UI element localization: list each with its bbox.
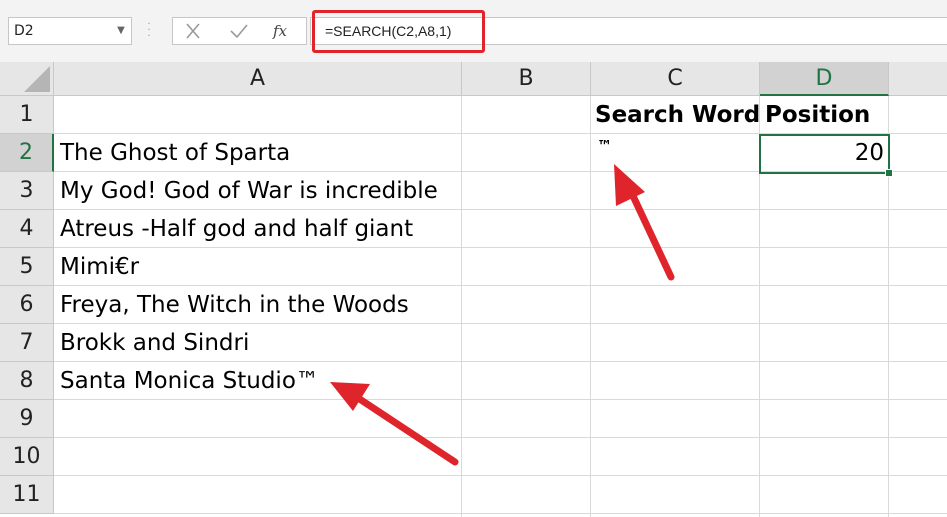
name-box[interactable]: D2 ▼ <box>8 17 132 45</box>
row-header-10[interactable]: 10 <box>0 438 54 476</box>
row-header-5[interactable]: 5 <box>0 248 54 286</box>
select-all-icon <box>24 66 50 92</box>
column-header-d[interactable]: D <box>760 62 889 96</box>
active-cell-selection[interactable] <box>759 134 890 174</box>
row-header-8[interactable]: 8 <box>0 362 54 400</box>
cell-a7[interactable]: Brokk and Sindri <box>60 324 249 362</box>
row-header-11[interactable]: 11 <box>0 476 54 514</box>
column-header-b[interactable]: B <box>462 62 591 96</box>
gridline <box>461 96 462 517</box>
cell-a5[interactable]: Mimi€r <box>60 248 139 286</box>
name-box-value: D2 <box>14 23 34 39</box>
formula-controls: fx <box>172 17 307 45</box>
row-header-1[interactable]: 1 <box>0 96 54 134</box>
row-header-6[interactable]: 6 <box>0 286 54 324</box>
cell-a4[interactable]: Atreus -Half god and half giant <box>60 210 413 248</box>
cell-a6[interactable]: Freya, The Witch in the Woods <box>60 286 409 324</box>
chevron-down-icon[interactable]: ▼ <box>116 24 126 38</box>
row-header-9[interactable]: 9 <box>0 400 54 438</box>
gridline <box>54 475 947 476</box>
column-header-e[interactable] <box>889 62 947 96</box>
spreadsheet-grid[interactable]: A B C D 1 2 3 4 5 6 7 8 9 10 11 Search W… <box>0 62 947 517</box>
row-header-7[interactable]: 7 <box>0 324 54 362</box>
formula-text: =SEARCH(C2,A8,1) <box>325 23 452 39</box>
fill-handle[interactable] <box>885 169 893 177</box>
cell-a3[interactable]: My God! God of War is incredible <box>60 172 438 210</box>
fx-label: fx <box>272 22 288 40</box>
check-icon[interactable] <box>227 21 251 41</box>
gridline <box>54 513 947 514</box>
drag-handle-icon[interactable]: · · · <box>146 20 152 42</box>
formula-input[interactable]: =SEARCH(C2,A8,1) <box>310 17 947 45</box>
cell-c1[interactable]: Search Word <box>595 96 760 134</box>
row-header-3[interactable]: 3 <box>0 172 54 210</box>
row-header-4[interactable]: 4 <box>0 210 54 248</box>
cell-a8[interactable]: Santa Monica Studio™ <box>60 362 319 400</box>
row-header-2[interactable]: 2 <box>0 134 54 172</box>
gridline <box>590 96 591 517</box>
gridline <box>54 437 947 438</box>
cell-a2[interactable]: The Ghost of Sparta <box>60 134 290 172</box>
column-header-c[interactable]: C <box>591 62 760 96</box>
formula-bar: D2 ▼ · · · fx =SEARCH(C2,A8,1) <box>0 0 947 63</box>
column-header-a[interactable]: A <box>54 62 462 96</box>
cell-c2[interactable]: ™ <box>597 134 612 172</box>
cancel-icon[interactable] <box>181 21 205 41</box>
insert-function-icon[interactable]: fx <box>271 21 295 41</box>
select-all-button[interactable] <box>0 62 54 96</box>
cell-d1[interactable]: Position <box>765 96 870 134</box>
